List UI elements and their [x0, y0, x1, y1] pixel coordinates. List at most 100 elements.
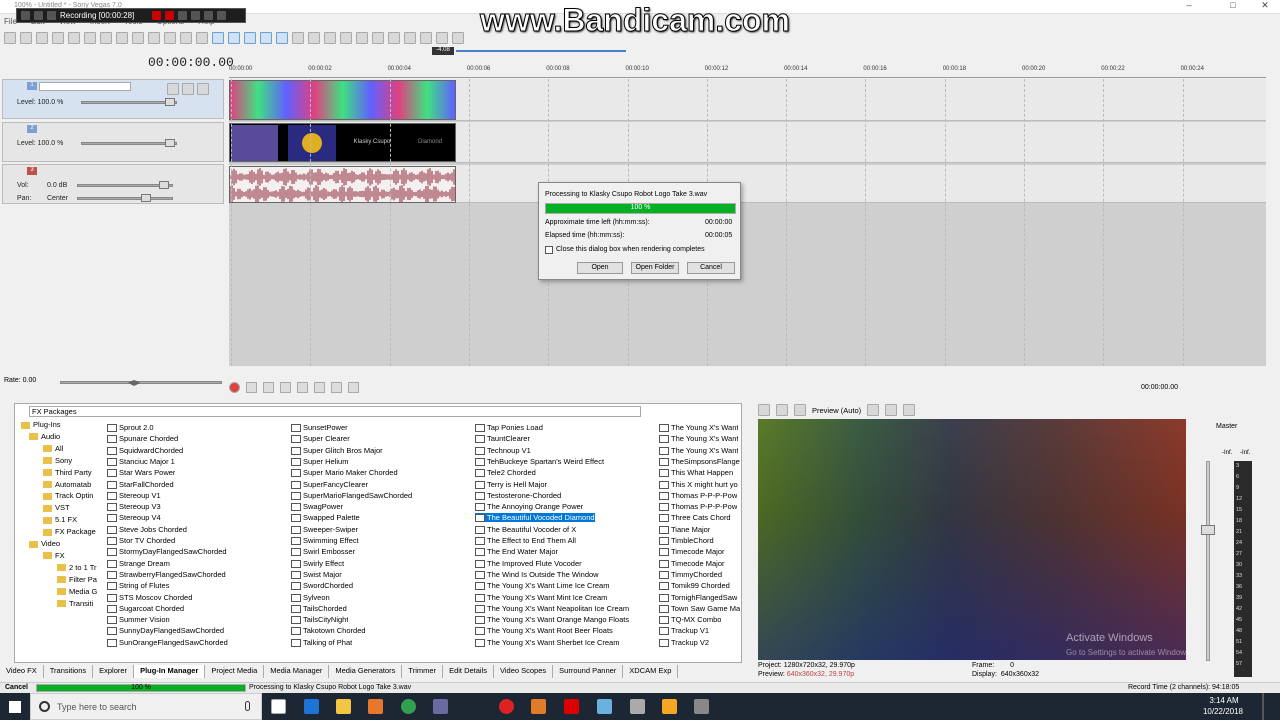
tree-item[interactable]: FX Package	[43, 527, 96, 536]
tree-item[interactable]: Transiti	[57, 599, 93, 608]
firefox-icon[interactable]	[368, 699, 383, 714]
plugin-item[interactable]: Swirly Effect	[291, 559, 344, 568]
plugin-item[interactable]: Swirl Embosser	[291, 547, 355, 556]
plugin-item[interactable]: Stereoup V3	[107, 502, 161, 511]
tab-xdcam-exp[interactable]: XDCAM Exp	[623, 665, 679, 678]
tab-video-fx[interactable]: Video FX	[0, 665, 44, 678]
properties-icon[interactable]	[758, 404, 770, 416]
plugin-item[interactable]: Super Clearer	[291, 434, 350, 443]
video-event-2[interactable]: Klasky Csupo Diamond	[229, 123, 456, 162]
pan-slider[interactable]	[77, 197, 173, 200]
track-name-field[interactable]	[39, 82, 131, 91]
task-view-icon[interactable]	[271, 699, 286, 714]
plugin-item[interactable]: Swimming Effect	[291, 536, 359, 545]
plugin-item[interactable]: SquidwardChorded	[107, 446, 183, 455]
plugin-item[interactable]: Super Helium	[291, 457, 348, 466]
search-box[interactable]: Type here to search	[30, 693, 262, 720]
app-icon-3[interactable]	[630, 699, 645, 714]
plugin-item[interactable]: The Young X's Want Orange Mango Floats	[475, 615, 629, 624]
record-button[interactable]	[229, 381, 240, 393]
trim-end-icon[interactable]	[372, 32, 384, 44]
plugin-item[interactable]: TailsCityNight	[291, 615, 348, 624]
plugin-item[interactable]: Star Wars Power	[107, 468, 175, 477]
plugin-item[interactable]: Tap Ponies Load	[475, 423, 543, 432]
pan-knob[interactable]	[141, 194, 151, 202]
open-folder-button[interactable]: Open Folder	[631, 262, 679, 274]
solo-icon[interactable]	[197, 83, 209, 95]
plugin-item[interactable]: StormyDayFlangedSawChorded	[107, 547, 227, 556]
selection-edit-icon[interactable]	[244, 32, 256, 44]
plugin-item[interactable]: Sylveon	[291, 593, 330, 602]
plugin-item[interactable]: TimmyChorded	[659, 570, 722, 579]
tab-edit-details[interactable]: Edit Details	[443, 665, 494, 678]
plugin-item[interactable]: This What Happen	[659, 468, 733, 477]
redo-icon[interactable]	[180, 32, 192, 44]
menu-file[interactable]: File	[4, 17, 17, 26]
tab-plug-in-manager[interactable]: Plug-In Manager	[134, 665, 206, 678]
vol-knob[interactable]	[159, 181, 169, 189]
plugin-item[interactable]: The Beautiful Vocoded Diamond	[475, 513, 595, 523]
history-icon[interactable]	[196, 32, 208, 44]
edge-icon[interactable]	[304, 699, 319, 714]
tree-item[interactable]: Audio	[29, 432, 60, 441]
plugin-item[interactable]: SunOrangeFlangedSawChorded	[107, 638, 228, 647]
plugin-item[interactable]: Testosterone-Chorded	[475, 491, 561, 500]
auto-ripple-icon[interactable]	[292, 32, 304, 44]
copy-frame-icon[interactable]	[885, 404, 898, 416]
chrome-icon[interactable]	[401, 699, 416, 714]
path-dropdown[interactable]: FX Packages	[29, 406, 641, 417]
region-icon[interactable]	[420, 32, 432, 44]
plugin-item[interactable]: The Effect to End Them All	[475, 536, 576, 545]
plugin-item[interactable]: The Young X's Want Sherbet Ice Cream	[475, 638, 619, 647]
pencil-icon[interactable]	[191, 11, 200, 20]
microphone-icon[interactable]	[245, 701, 250, 711]
plugin-item[interactable]: Trackup V2	[659, 638, 709, 647]
app-icon-4[interactable]	[694, 699, 709, 714]
plugin-item[interactable]: Thomas P-P-P-Pow	[659, 502, 737, 511]
close-recorder-icon[interactable]	[217, 11, 226, 20]
open-button[interactable]: Open	[577, 262, 623, 274]
level-knob[interactable]	[165, 98, 175, 106]
clock-time[interactable]: 3:14 AM	[1206, 696, 1242, 705]
tree-item[interactable]: Automatab	[43, 480, 91, 489]
tree-item[interactable]: Media G	[57, 587, 97, 596]
normal-edit-icon[interactable]	[212, 32, 224, 44]
tree-item[interactable]: Filter Pa	[57, 575, 97, 584]
envelope-edit-icon[interactable]	[228, 32, 240, 44]
save-icon[interactable]	[36, 32, 48, 44]
plugin-item[interactable]: SuperFancyClearer	[291, 480, 368, 489]
play-button[interactable]	[280, 381, 291, 393]
tab-transitions[interactable]: Transitions	[44, 665, 94, 678]
render-icon[interactable]	[68, 32, 80, 44]
go-start-button[interactable]	[331, 381, 342, 393]
app-icon-2[interactable]	[597, 699, 612, 714]
plugin-item[interactable]: SunnyDayFlangedSawChorded	[107, 626, 224, 635]
video-event-1[interactable]	[229, 80, 456, 120]
plugin-item[interactable]: The Annoying Orange Power	[475, 502, 583, 511]
preview-quality-dropdown[interactable]: Preview (Auto)	[812, 406, 861, 415]
plugin-item[interactable]: Talking of Phat	[291, 638, 352, 647]
plugin-item[interactable]: Tomik99 Chorded	[659, 581, 730, 590]
plugin-item[interactable]: StrawberryFlangedSawChorded	[107, 570, 226, 579]
vegas-icon[interactable]	[531, 699, 546, 714]
plugin-item[interactable]: Takotown Chorded	[291, 626, 366, 635]
plugin-item[interactable]: The Wind Is Outside The Window	[475, 570, 599, 579]
plugin-item[interactable]: This X might hurt yo	[659, 480, 738, 489]
plugin-item[interactable]: Three Cats Chord	[659, 513, 731, 522]
copy-icon[interactable]	[116, 32, 128, 44]
plugin-item[interactable]: Thomas P-P-P-Pow	[659, 491, 737, 500]
plugin-item[interactable]: Trackup V1	[659, 626, 709, 635]
plugin-item[interactable]: Strange Dream	[107, 559, 170, 568]
plugin-item[interactable]: Stereoup V4	[107, 513, 161, 522]
plugin-item[interactable]: Stanciuc Major 1	[107, 457, 175, 466]
loop-region[interactable]	[456, 50, 626, 52]
plugin-item[interactable]: SwordChorded	[291, 581, 353, 590]
plugin-item[interactable]: Terry is Hell Major	[475, 480, 547, 489]
tree-item[interactable]: Third Party	[43, 468, 92, 477]
maximize-icon[interactable]: □	[1220, 0, 1246, 14]
tree-item[interactable]: Sony	[43, 456, 72, 465]
plugin-item[interactable]: STS Moscov Chorded	[107, 593, 192, 602]
plugin-item[interactable]: Tele2 Chorded	[475, 468, 536, 477]
level-slider[interactable]	[81, 142, 177, 145]
tab-explorer[interactable]: Explorer	[93, 665, 135, 678]
